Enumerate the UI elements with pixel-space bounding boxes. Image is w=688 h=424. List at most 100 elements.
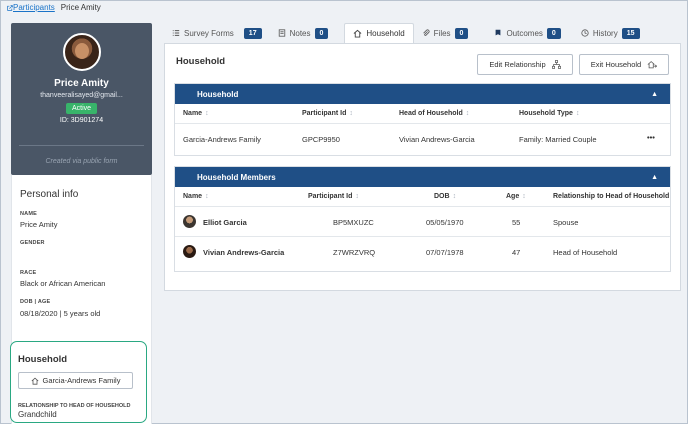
cell-age: 47 (512, 248, 521, 257)
household-link-label: Garcia-Andrews Family (42, 376, 121, 385)
col-header-label: Head of Household (399, 110, 463, 117)
dob-age-label: DOB | AGE (20, 299, 51, 305)
cell-member-name[interactable]: Vivian Andrews-Garcia (203, 248, 284, 257)
tab-count-badge: 0 (454, 27, 469, 39)
participant-id: ID: 3D901274 (59, 117, 104, 124)
exit-household-label: Exit Household (590, 60, 642, 69)
breadcrumb-participants-link[interactable]: Participants (7, 3, 55, 12)
sort-icon: ↕ (355, 193, 359, 200)
tab-count-badge: 15 (621, 27, 640, 39)
sort-icon: ↕ (465, 110, 470, 117)
col-header-participant-id[interactable]: Participant Id ↕ (302, 110, 353, 117)
cell-relationship: Head of Household (553, 248, 618, 257)
gender-label: GENDER (20, 240, 45, 246)
col-header-participant-id[interactable]: Participant Id ↕ (308, 193, 359, 200)
sort-icon: ↕ (522, 193, 526, 200)
tab-household[interactable]: Household (344, 23, 414, 43)
sort-icon: ↕ (205, 193, 209, 200)
created-via-text: Created via public form (19, 145, 144, 165)
dob-age-value: 08/18/2020 | 5 years old (20, 309, 101, 318)
avatar (62, 33, 101, 71)
sort-icon: ↕ (205, 110, 209, 117)
cell-participant-id: GPCP9950 (302, 135, 340, 144)
col-header-relationship[interactable]: Relationship to Head of Household (553, 193, 669, 200)
col-header-label: Participant Id (302, 110, 347, 117)
chevron-up-icon[interactable]: ▲ (651, 91, 658, 98)
table-row[interactable]: Elliot Garcia BP5MXUZC 05/05/1970 55 Spo… (175, 207, 670, 237)
col-header-label: Name (183, 193, 203, 200)
profile-card: Price Amity thanveeralisayed@gmail... Ac… (11, 23, 152, 175)
sort-icon: ↕ (349, 110, 353, 117)
notes-icon (278, 29, 285, 37)
race-value: Black or African American (20, 279, 106, 288)
cell-household-name: Garcia-Andrews Family (183, 135, 261, 144)
col-header-label: Name (183, 110, 203, 117)
col-header-label: DOB (434, 193, 450, 200)
clock-icon (581, 29, 589, 37)
personal-info-title: Personal info (20, 189, 79, 200)
tab-label: Household (366, 29, 405, 38)
breadcrumb-current: Price Amity (60, 3, 101, 12)
tab-outcomes[interactable]: Outcomes 0 (486, 23, 568, 43)
household-link-button[interactable]: Garcia-Andrews Family (18, 372, 133, 389)
cell-head-of-household: Vivian Andrews-Garcia (399, 135, 475, 144)
table-header-row: Name ↕ Participant Id ↕ Head of Household ↕… (175, 104, 670, 124)
tab-label: Outcomes (506, 28, 543, 38)
relationship-label: RELATIONSHIP TO HEAD OF HOUSEHOLD (18, 403, 131, 409)
household-table: Household ▲ Name ↕ Participant Id ↕ Head o… (174, 83, 671, 156)
sort-icon: ↕ (452, 193, 457, 200)
edit-relationship-button[interactable]: Edit Relationship (477, 54, 573, 75)
participant-name: Price Amity (54, 78, 109, 89)
edit-relationship-label: Edit Relationship (489, 60, 546, 69)
col-header-age[interactable]: Age ↕ (506, 193, 526, 200)
cell-household-type: Family: Married Couple (519, 135, 597, 144)
household-members-table: Household Members ▲ Name ↕ Participant Id… (174, 166, 671, 272)
col-header-label: Age (506, 193, 520, 200)
more-options-icon[interactable]: ••• (647, 133, 655, 142)
col-header-head-of-household[interactable]: Head of Household ↕ (399, 110, 469, 117)
col-header-dob[interactable]: DOB ↕ (434, 193, 456, 200)
home-icon (31, 377, 38, 385)
status-badge: Active (65, 103, 98, 114)
name-value: Price Amity (20, 220, 58, 229)
breadcrumb: Participants Price Amity (7, 3, 101, 12)
exit-household-button[interactable]: Exit Household (579, 54, 669, 75)
table-row[interactable]: Vivian Andrews-Garcia Z7WRZVRQ 07/07/197… (175, 237, 670, 267)
table-header-row: Name ↕ Participant Id ↕ DOB ↕ Age ↕ Relation… (175, 187, 670, 207)
tab-count-badge: 0 (314, 27, 329, 39)
tab-notes[interactable]: Notes 0 (270, 23, 337, 43)
col-header-household-type[interactable]: Household Type ↕ (519, 110, 579, 117)
tab-files[interactable]: Files 0 (414, 23, 477, 43)
tab-survey-forms[interactable]: Survey Forms 17 (164, 23, 270, 43)
race-label: RACE (20, 270, 37, 276)
tab-count-badge: 17 (243, 27, 262, 39)
household-table-header[interactable]: Household ▲ (175, 84, 670, 104)
col-header-label: Household Type (519, 110, 573, 117)
name-label: NAME (20, 211, 37, 217)
cell-member-name[interactable]: Elliot Garcia (203, 218, 247, 227)
cell-relationship: Spouse (553, 218, 579, 227)
table-row[interactable]: Garcia-Andrews Family GPCP9950 Vivian An… (175, 124, 670, 154)
cell-participant-id: Z7WRZVRQ (333, 248, 376, 257)
household-summary-box: Household Garcia-Andrews Family RELATION… (10, 341, 147, 423)
avatar (183, 245, 196, 258)
cell-participant-id: BP5MXUZC (333, 218, 374, 227)
household-main-panel: Household Edit Relationship Exit Househo… (164, 43, 681, 291)
col-header-name[interactable]: Name ↕ (183, 110, 209, 117)
tab-label: Files (433, 28, 451, 38)
flag-icon (496, 29, 501, 36)
col-header-name[interactable]: Name ↕ (183, 193, 209, 200)
avatar (183, 215, 196, 228)
cell-dob: 07/07/1978 (426, 248, 464, 257)
relationship-value: Grandchild (18, 410, 57, 419)
list-icon (172, 30, 180, 36)
members-table-header[interactable]: Household Members ▲ (175, 167, 670, 187)
tab-history[interactable]: History 15 (573, 23, 648, 43)
cell-age: 55 (512, 218, 521, 227)
cell-dob: 05/05/1970 (426, 218, 464, 227)
col-header-label: Participant Id (308, 193, 353, 200)
tab-label: History (592, 28, 618, 38)
col-header-label: Relationship to Head of Household (553, 193, 670, 200)
tab-count-badge: 0 (546, 27, 561, 39)
chevron-up-icon[interactable]: ▲ (651, 174, 658, 181)
